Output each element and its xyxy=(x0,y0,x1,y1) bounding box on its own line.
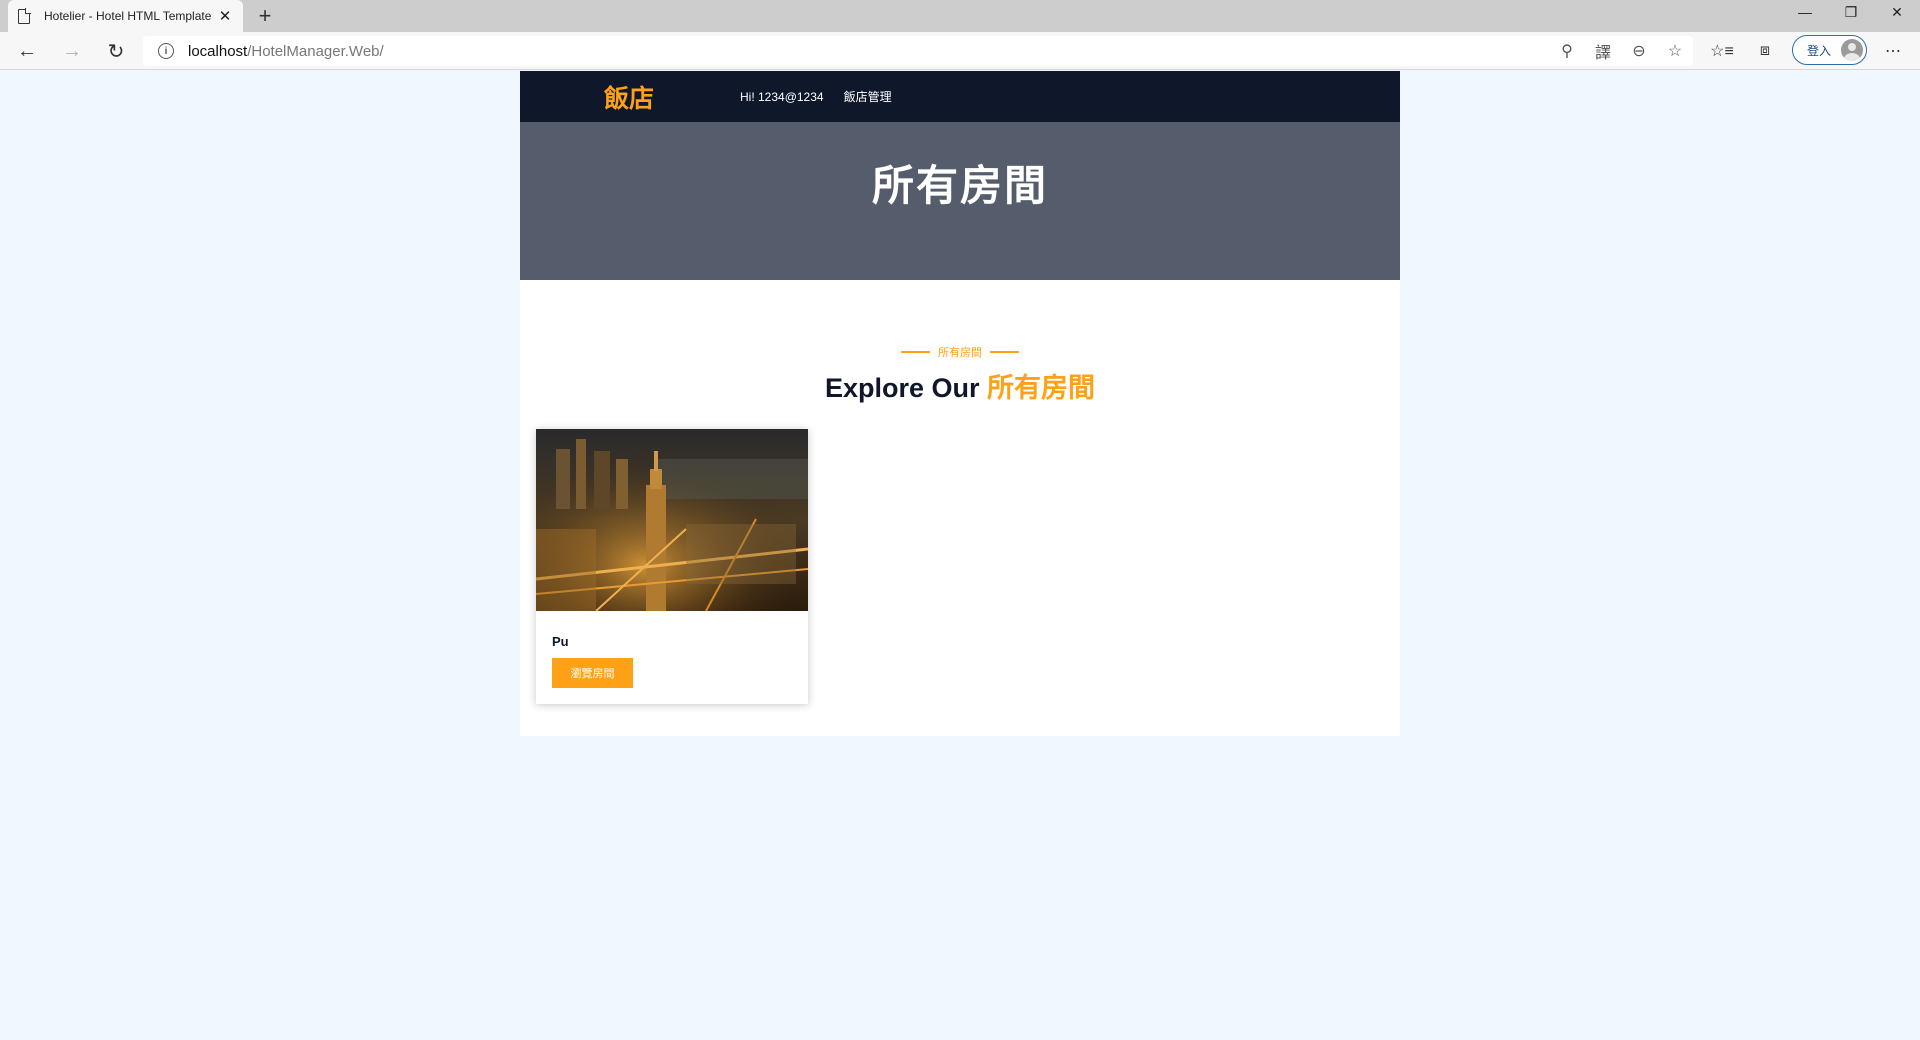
browser-tab[interactable]: Hotelier - Hotel HTML Template ✕ xyxy=(8,0,243,32)
more-menu-icon[interactable]: ⋯ xyxy=(1878,37,1908,65)
collections-icon[interactable]: ⧈ xyxy=(1750,37,1780,65)
room-image xyxy=(536,429,808,611)
section-title-main: Explore Our xyxy=(824,373,980,403)
site-navbar: 飯店 Hi! 1234@1234 飯店管理 xyxy=(520,71,1400,122)
close-window-button[interactable]: ✕ xyxy=(1874,0,1920,24)
restore-button[interactable]: ❐ xyxy=(1828,0,1874,24)
forward-button[interactable]: → xyxy=(58,37,86,65)
url-path: /HotelManager.Web/ xyxy=(247,42,384,60)
url-text[interactable]: localhost/HotelManager.Web/ xyxy=(188,43,384,60)
page-header: 所有房間 xyxy=(520,122,1400,280)
login-label: 登入 xyxy=(1807,43,1832,58)
translate-icon[interactable]: 譯 xyxy=(1585,39,1621,63)
room-name: Pu xyxy=(552,634,569,649)
browser-toolbar: ← → ↻ i localhost/HotelManager.Web/ ⚲ 譯 … xyxy=(0,32,1920,70)
site-container: 飯店 Hi! 1234@1234 飯店管理 所有房間 所有房間 Explore … xyxy=(520,71,1400,736)
profile-login-button[interactable]: 登入 xyxy=(1792,35,1867,65)
avatar xyxy=(1841,39,1863,61)
refresh-button[interactable]: ↻ xyxy=(102,37,130,65)
rooms-section: 所有房間 Explore Our 所有房間 Pu 瀏覽房間 xyxy=(520,280,1400,736)
address-bar[interactable]: i localhost/HotelManager.Web/ ⚲ 譯 ⊖ ☆ xyxy=(143,36,1693,66)
view-room-button[interactable]: 瀏覽房間 xyxy=(552,658,633,688)
section-kicker: 所有房間 xyxy=(520,344,1400,360)
browser-tabstrip: Hotelier - Hotel HTML Template ✕ + — ❐ ✕ xyxy=(0,0,1920,32)
room-card: Pu 瀏覽房間 xyxy=(536,429,808,704)
new-tab-button[interactable]: + xyxy=(252,3,278,29)
window-controls: — ❐ ✕ xyxy=(1782,0,1920,32)
address-bar-icons: ⚲ 譯 ⊖ ☆ xyxy=(1549,36,1693,66)
minimize-button[interactable]: — xyxy=(1782,0,1828,24)
url-host: localhost xyxy=(188,42,248,60)
key-icon[interactable]: ⚲ xyxy=(1549,41,1585,61)
back-button[interactable]: ← xyxy=(13,37,41,65)
tab-title: Hotelier - Hotel HTML Template xyxy=(44,9,212,23)
nav-hotel-management[interactable]: 飯店管理 xyxy=(844,88,892,105)
site-info-icon[interactable]: i xyxy=(158,43,174,59)
kicker-text: 所有房間 xyxy=(938,347,982,359)
nav-user-greeting[interactable]: Hi! 1234@1234 xyxy=(740,90,824,104)
kicker-line-left xyxy=(901,351,930,353)
page-title: 所有房間 xyxy=(871,162,1048,209)
section-title-accent: 所有房間 xyxy=(987,373,1096,403)
tab-close-icon[interactable]: ✕ xyxy=(217,7,233,25)
favorite-star-icon[interactable]: ☆ xyxy=(1657,41,1693,61)
brand-logo[interactable]: 飯店 xyxy=(604,79,740,115)
zoom-out-icon[interactable]: ⊖ xyxy=(1621,41,1657,61)
section-title: Explore Our 所有房間 xyxy=(520,366,1400,405)
page-icon xyxy=(18,8,31,24)
favorites-list-icon[interactable]: ☆≡ xyxy=(1707,37,1737,65)
kicker-line-right xyxy=(990,351,1019,353)
